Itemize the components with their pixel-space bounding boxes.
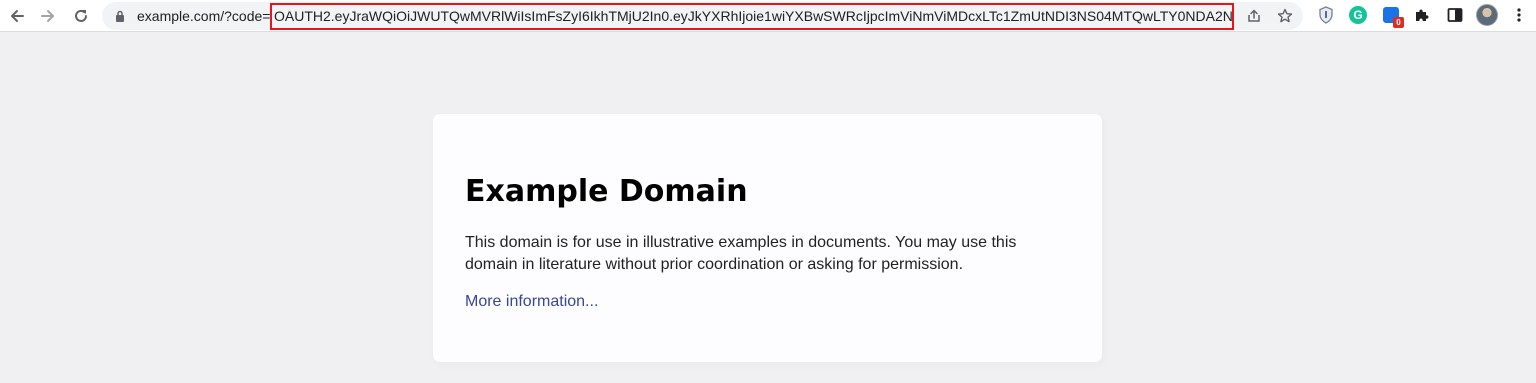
shield-extension-icon[interactable] (1315, 4, 1337, 26)
url-host[interactable]: example.com/?code= (137, 9, 270, 24)
url-code-highlighted[interactable]: OAUTH2.eyJraWQiOiJWUTQwMVRlWiIsImFsZyI6I… (270, 3, 1234, 30)
profile-avatar[interactable] (1476, 4, 1498, 26)
grammarly-icon[interactable]: G (1347, 4, 1369, 26)
page-description: This domain is for use in illustrative e… (465, 234, 1017, 273)
extension-badge: 0 (1393, 17, 1404, 28)
back-arrow-icon[interactable] (5, 4, 29, 28)
more-information-link[interactable]: More information... (465, 291, 598, 313)
address-bar[interactable]: example.com/?code= OAUTH2.eyJraWQiOiJWUT… (102, 2, 1303, 30)
lock-icon[interactable] (114, 10, 126, 22)
forward-arrow-icon[interactable] (36, 4, 60, 28)
share-icon[interactable] (1245, 7, 1263, 25)
puzzle-icon[interactable] (1411, 4, 1433, 26)
avatar (1476, 4, 1498, 26)
extension-icon[interactable]: 0 (1380, 4, 1404, 28)
bookmark-star-icon[interactable] (1276, 7, 1294, 25)
content-card: Example Domain This domain is for use in… (433, 114, 1102, 362)
extension-tile: 0 (1383, 7, 1404, 28)
side-panel-icon[interactable] (1444, 4, 1466, 26)
browser-toolbar: example.com/?code= OAUTH2.eyJraWQiOiJWUT… (0, 0, 1536, 32)
page-title: Example Domain (465, 174, 748, 209)
reload-icon[interactable] (69, 4, 93, 28)
kebab-menu-icon[interactable] (1508, 4, 1530, 26)
grammarly-letter: G (1349, 6, 1367, 24)
